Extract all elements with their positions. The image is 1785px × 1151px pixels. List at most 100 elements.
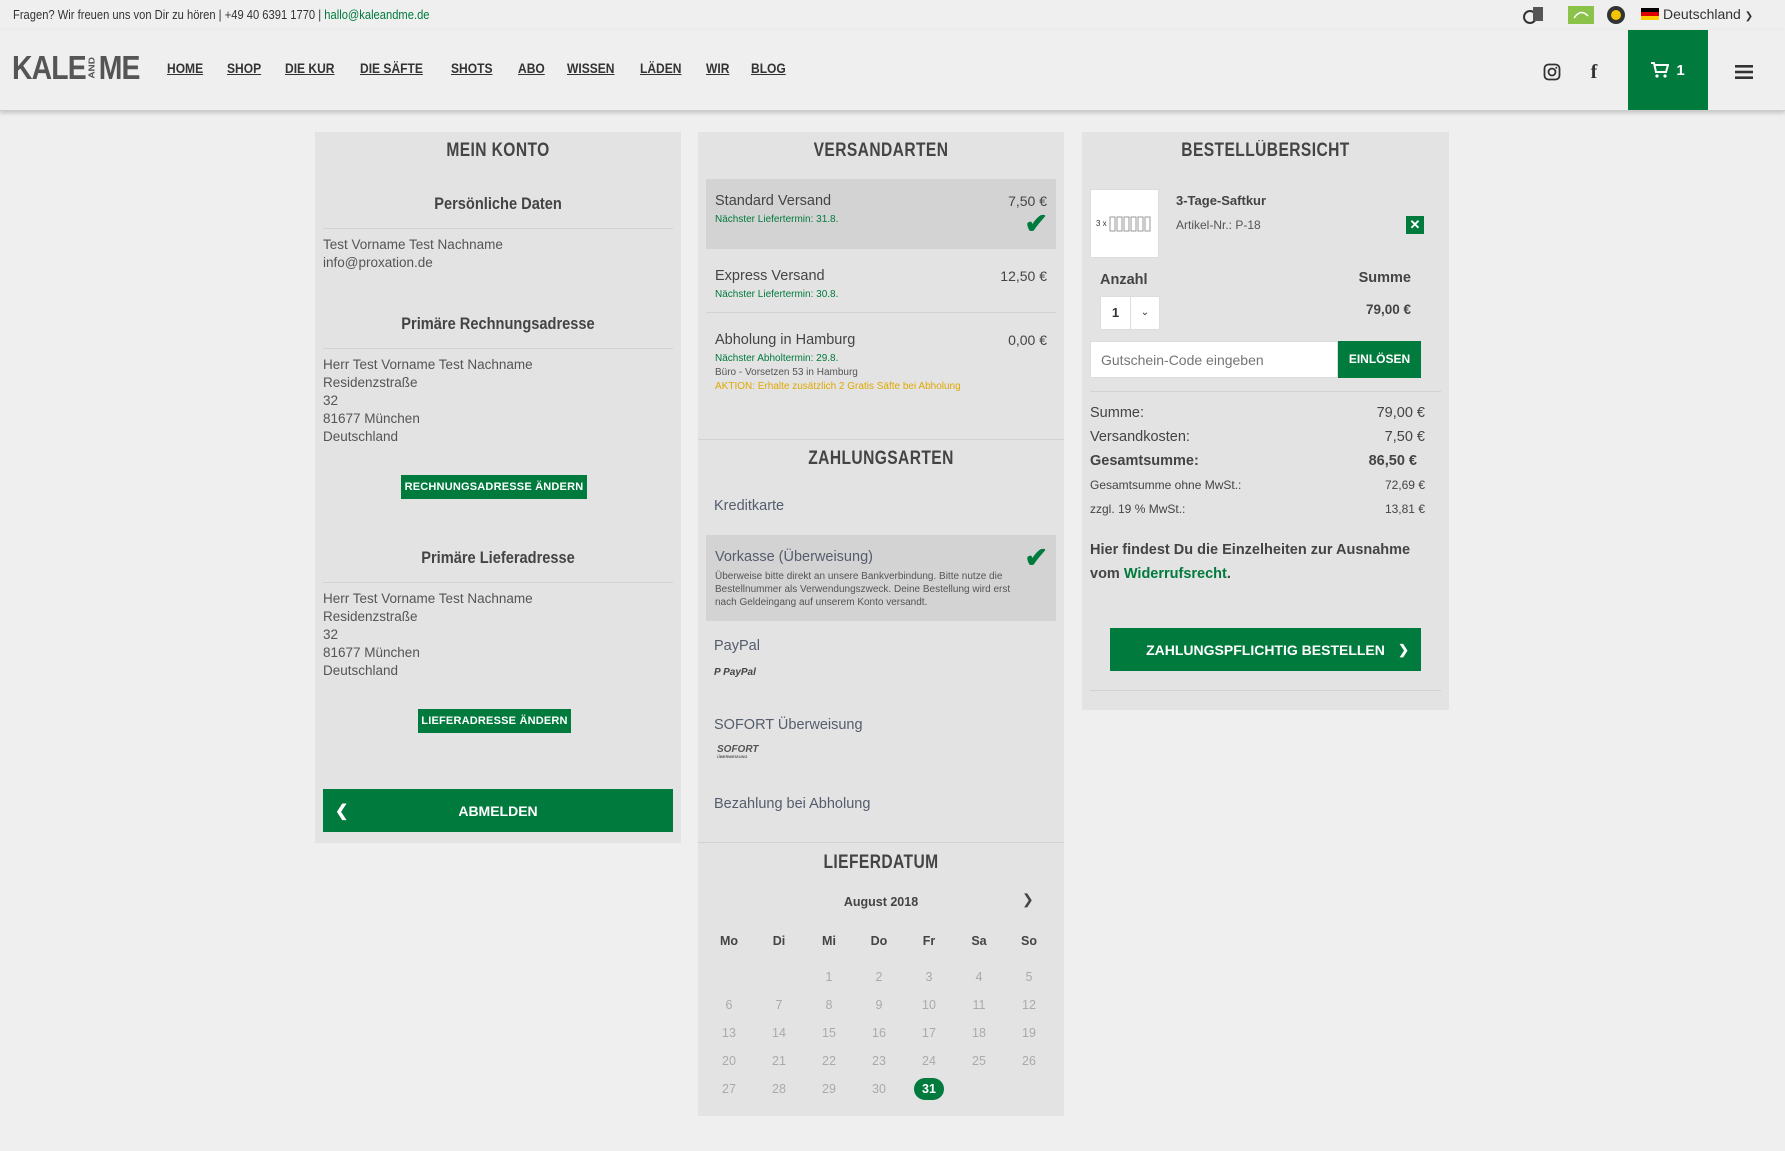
payment-option-description: Überweise bitte direkt an unsere Bankver… [715,571,1011,608]
quantity-value: 1 [1111,305,1120,320]
divider [1090,690,1441,691]
nav-shop[interactable]: SHOP [227,60,261,76]
withdrawal-notice: Hier findest Du die Einzelheiten zur Aus… [1090,538,1430,586]
payment-option-sofort[interactable]: SOFORT Überweisung [714,717,863,733]
line-total: 79,00 € [1365,302,1411,317]
eu-organic-icon [1568,6,1594,24]
calendar-day: 15 [822,1026,836,1040]
totals-label: Gesamtsumme: [1090,453,1199,469]
shipping-option-price: 0,00 € [1008,332,1047,348]
coupon-input[interactable] [1090,341,1338,378]
remove-item-icon[interactable]: ✕ [1406,216,1424,234]
nav-laeden[interactable]: LÄDEN [640,60,681,76]
nav-wissen[interactable]: WISSEN [567,60,615,76]
product-thumbnail-label: 3 x [1096,219,1107,228]
payment-option-abholung[interactable]: Bezahlung bei Abholung [714,796,870,812]
billing-address-title: Primäre Rechnungsadresse [401,314,595,333]
calendar-day-selected[interactable]: 31 [914,1078,944,1100]
nav-blog[interactable]: BLOG [751,60,786,76]
order-summary-title: BESTELLÜBERSICHT [1181,140,1350,161]
shipping-option-express[interactable]: Express Versand 12,50 € Nächster Liefert… [706,254,1056,314]
quantity-select[interactable]: 1 ⌄ [1100,296,1160,330]
shipping-option-name: Express Versand [715,268,825,284]
shipping-option-standard[interactable]: Standard Versand 7,50 € Nächster Liefert… [706,179,1056,249]
payment-option-name: Vorkasse (Überweisung) [715,549,873,565]
product-name: 3-Tage-Saftkur [1176,193,1267,208]
product-thumbnail: 3 x [1090,189,1159,258]
calendar-weekday: Mo [719,934,739,948]
totals-row-vat: zzgl. 19 % MwSt.: 13,81 € [1090,502,1425,516]
calendar-day: 22 [822,1054,836,1068]
totals-label: Versandkosten: [1090,429,1190,445]
payment-option-vorkasse[interactable]: Vorkasse (Überweisung) Überweise bitte d… [706,535,1056,621]
logo[interactable]: KALE AND ME [12,48,140,88]
shipping-methods-title: VERSANDARTEN [813,140,949,161]
calendar-day: 10 [922,998,936,1012]
account-panel: MEIN KONTO Persönliche Daten Test Vornam… [315,132,681,843]
calendar-weekday: So [1021,934,1037,948]
payment-option-kreditkarte[interactable]: Kreditkarte [714,498,784,514]
withdrawal-link[interactable]: Widerrufsrecht [1124,566,1227,582]
calendar-weekday: Do [870,934,888,948]
nav-shots[interactable]: SHOTS [451,60,492,76]
divider [323,228,673,229]
calendar-day: 23 [872,1054,886,1068]
calendar-weekday: Di [772,934,786,948]
nav-die-kur[interactable]: DIE KUR [285,60,335,76]
nav-home[interactable]: HOME [167,60,203,76]
hamburger-menu-icon[interactable] [1732,60,1756,84]
product-sku: Artikel-Nr.: P-18 [1176,218,1261,232]
top-bar: Fragen? Wir freuen uns von Dir zu hören … [0,0,1785,30]
paypal-p-icon: P [714,667,721,678]
country-selector[interactable]: Deutschland ❯ [1641,6,1753,22]
nav-wir[interactable]: WIR [706,60,729,76]
calendar-day: 21 [772,1054,786,1068]
shipping-payment-panel: VERSANDARTEN Standard Versand 7,50 € Näc… [698,132,1064,1116]
sum-label: Summe [1358,270,1411,286]
payment-methods-title: ZAHLUNGSARTEN [808,448,954,469]
withdrawal-end: . [1226,566,1231,582]
place-order-button[interactable]: ZAHLUNGSPFLICHTIG BESTELLEN ❯ [1110,628,1421,671]
cart-icon [1651,62,1670,78]
change-billing-address-button[interactable]: RECHNUNGSADRESSE ÄNDERN [401,475,587,499]
divider [698,842,1064,843]
nav-abo[interactable]: ABO [518,60,545,76]
payment-option-paypal[interactable]: PayPal [714,638,760,654]
totals-value: 79,00 € [1376,405,1425,421]
cart-button[interactable]: 1 [1628,30,1708,110]
calendar-month: August 2018 [843,895,919,909]
cart-count: 1 [1676,61,1685,79]
delivery-date-title: LIEFERDATUM [823,852,939,873]
facebook-icon[interactable]: f [1582,60,1606,84]
logout-label: ABMELDEN [458,802,538,819]
paypal-logo-text: PayPal [723,667,756,678]
main-nav: HOME SHOP DIE KUR DIE SÄFTE SHOTS ABO WI… [167,60,810,76]
shipping-option-price: 12,50 € [1000,268,1047,284]
logo-text-left: KALE [12,49,87,86]
personal-data-title: Persönliche Daten [434,194,562,213]
redeem-coupon-button[interactable]: EINLÖSEN [1338,341,1421,378]
juice-bottles-icon [1109,216,1151,232]
award-badge-icon [1523,7,1543,24]
totals-value: 72,69 € [1384,478,1425,492]
chevron-down-icon: ❯ [1744,11,1754,22]
calendar-next-icon[interactable]: ❯ [1022,891,1034,908]
instagram-icon[interactable] [1540,60,1564,84]
country-label: Deutschland [1663,6,1741,22]
calendar-day: 5 [1025,970,1033,984]
shipping-option-pickup[interactable]: Abholung in Hamburg 0,00 € Nächster Abho… [706,318,1056,418]
contact-email-link[interactable]: hallo@kaleandme.de [324,7,429,22]
calendar-day: 7 [775,998,783,1012]
contact-info: Fragen? Wir freuen uns von Dir zu hören … [13,7,430,22]
billing-line: 81677 München [323,411,420,426]
change-shipping-address-button[interactable]: LIEFERADRESSE ÄNDERN [418,709,571,733]
logout-button[interactable]: ❮ ABMELDEN [323,789,673,832]
shipping-option-note: Nächster Liefertermin: 30.8. [715,289,839,300]
pickup-promo: AKTION: Erhalte zusätzlich 2 Gratis Säft… [715,381,961,392]
nav-die-saefte[interactable]: DIE SÄFTE [360,60,423,76]
calendar-day: 16 [872,1026,886,1040]
site-header: KALE AND ME HOME SHOP DIE KUR DIE SÄFTE SH… [0,30,1785,111]
totals-value: 86,50 € [1368,453,1417,469]
shipping-address: Herr Test Vorname Test Nachname Residenz… [323,590,533,680]
shipping-option-note: Nächster Liefertermin: 31.8. [715,214,839,225]
